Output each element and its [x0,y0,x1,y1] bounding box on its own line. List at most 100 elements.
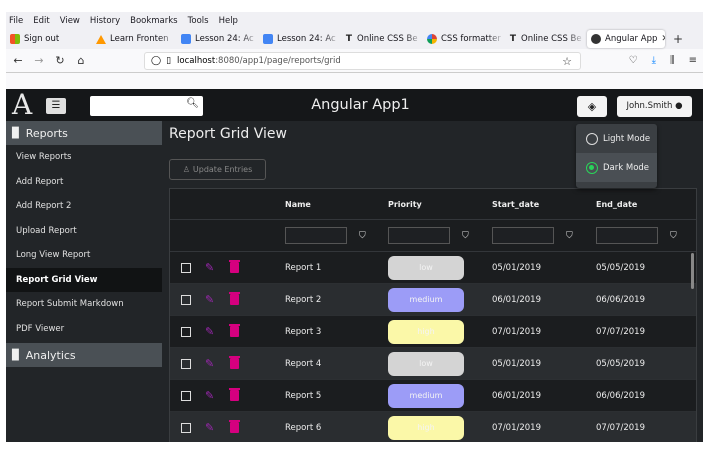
search-icon[interactable]: 🔍︎ [186,98,199,109]
table-row[interactable]: ✎ Report 1 low 05/01/2019 05/05/2019 [170,252,696,284]
sidebar-section-analytics[interactable]: ▉ Analytics [6,343,162,367]
theme-toggle-button[interactable]: ◈ [577,96,607,117]
filter-icon[interactable]: ⛉ [359,231,366,241]
edit-pencil-icon[interactable]: ✎ [205,421,214,434]
menu-tools[interactable]: Tools [188,16,209,26]
back-icon[interactable]: ← [9,54,27,67]
table-row[interactable]: ✎ Report 2 medium 06/01/2019 06/06/2019 [170,284,696,316]
sidebar-item-view-reports[interactable]: View Reports [6,145,162,170]
row-checkbox[interactable] [181,294,191,305]
shield-icon[interactable]: ◯ [151,56,161,66]
trash-icon[interactable] [229,388,241,401]
sidebar-item-upload-report[interactable]: Upload Report [6,219,162,244]
table-row[interactable]: ✎ Report 6 high 07/01/2019 07/07/2019 [170,412,696,442]
dark-mode-radio[interactable] [586,161,598,174]
t-icon: T [345,34,353,44]
tab-lesson-24-b[interactable]: Lesson 24: Ac [259,29,341,49]
tab-online-css-b[interactable]: T Online CSS Be [505,29,585,49]
new-tab-icon[interactable]: + [673,32,683,46]
tab-sign-out[interactable]: Sign out [6,29,86,49]
cell-end-date: 07/07/2019 [596,326,645,337]
sidebar-item-long-view-report[interactable]: Long View Report [6,243,162,268]
edit-pencil-icon[interactable]: ✎ [205,261,214,274]
filter-start-date-input[interactable] [492,227,554,244]
reload-icon[interactable]: ↻ [51,54,69,67]
menubar: File Edit View History Bookmarks Tools H… [6,12,703,29]
url-bar[interactable]: ◯ ▯ localhost:8080/app1/page/reports/gri… [144,52,581,70]
filter-end-date-input[interactable] [596,227,658,244]
user-button[interactable]: John.Smith ● [617,96,692,117]
search-input[interactable]: 🔍︎ [90,96,203,116]
tab-online-css-a[interactable]: T Online CSS Be [341,29,423,49]
sidebar-item-report-grid-view[interactable]: Report Grid View [6,267,162,292]
priority-badge: high [388,319,464,344]
tab-angular-app[interactable]: Angular App ✕ [587,30,665,48]
pocket-icon[interactable]: ♡ [629,55,638,66]
row-checkbox[interactable] [181,262,191,273]
trash-icon[interactable] [229,324,241,337]
hamburger-button[interactable]: ☰ [46,98,66,114]
person-icon: ♙ [182,165,190,174]
row-checkbox[interactable] [181,358,191,369]
cell-name: Report 4 [285,358,322,369]
download-icon[interactable]: ⤓ [652,55,656,66]
menu-help[interactable]: Help [219,16,238,26]
sidebar-item-report-submit-markdown[interactable]: Report Submit Markdown [6,292,162,317]
trash-icon[interactable] [229,292,241,305]
filter-priority-input[interactable] [388,227,450,244]
header-start-date[interactable]: Start_date [486,200,590,209]
grid-scrollbar[interactable] [691,253,694,289]
document-icon: ▉ [12,127,20,139]
header-end-date[interactable]: End_date [590,200,694,209]
page-title: Report Grid View [169,126,287,142]
sidebar-section-reports[interactable]: ▉ Reports [6,121,162,145]
filter-icon[interactable]: ⛉ [670,231,677,241]
sidebar-item-pdf-viewer[interactable]: PDF Viewer [6,317,162,342]
tab-learn-frontend[interactable]: Learn Fronten [92,29,177,49]
cell-name: Report 1 [285,262,322,273]
row-checkbox[interactable] [181,422,191,433]
menu-history[interactable]: History [90,16,120,26]
theme-option-light[interactable]: Light Mode [576,124,657,153]
menu-edit[interactable]: Edit [33,16,49,26]
row-checkbox[interactable] [181,326,191,337]
forward-icon[interactable]: → [30,54,48,67]
filter-name-input[interactable] [285,227,347,244]
table-row[interactable]: ✎ Report 5 medium 06/01/2019 06/06/2019 [170,380,696,412]
home-icon[interactable]: ⌂ [72,54,90,67]
page-icon[interactable]: ▯ [166,56,171,66]
light-mode-radio[interactable] [586,132,598,145]
update-entries-button[interactable]: ♙ Update Entries [169,159,266,180]
edit-pencil-icon[interactable]: ✎ [205,293,214,306]
header-name[interactable]: Name [278,200,382,209]
doc-icon [181,34,191,44]
row-checkbox[interactable] [181,390,191,401]
library-icon[interactable]: ⫼ [670,55,675,66]
tab-lesson-24-a[interactable]: Lesson 24: Ac [177,29,259,49]
edit-pencil-icon[interactable]: ✎ [205,325,214,338]
edit-pencil-icon[interactable]: ✎ [205,389,214,402]
bookmark-star-icon[interactable]: ☆ [562,55,572,68]
tab-label: Angular App [605,34,658,44]
cell-start-date: 07/01/2019 [492,326,541,337]
table-row[interactable]: ✎ Report 4 low 05/01/2019 05/05/2019 [170,348,696,380]
edit-pencil-icon[interactable]: ✎ [205,357,214,370]
header-priority[interactable]: Priority [382,200,486,209]
tab-css-formatter[interactable]: CSS formatter [423,29,505,49]
menu-bookmarks[interactable]: Bookmarks [130,16,178,26]
sidebar-item-add-report-2[interactable]: Add Report 2 [6,194,162,219]
table-row[interactable]: ✎ Report 3 high 07/01/2019 07/07/2019 [170,316,696,348]
menu-icon[interactable]: ≡ [689,55,697,66]
menu-file[interactable]: File [9,16,23,26]
trash-icon[interactable] [229,420,241,433]
trash-icon[interactable] [229,356,241,369]
filter-icon[interactable]: ⛉ [462,231,469,241]
windows-icon [10,34,20,44]
sidebar-item-add-report[interactable]: Add Report [6,170,162,195]
theme-option-dark[interactable]: Dark Mode [576,153,657,182]
app-logo: A [12,88,33,121]
menu-view[interactable]: View [60,16,80,26]
close-tab-icon[interactable]: ✕ [661,34,665,44]
filter-icon[interactable]: ⛉ [566,231,573,241]
trash-icon[interactable] [229,260,241,273]
